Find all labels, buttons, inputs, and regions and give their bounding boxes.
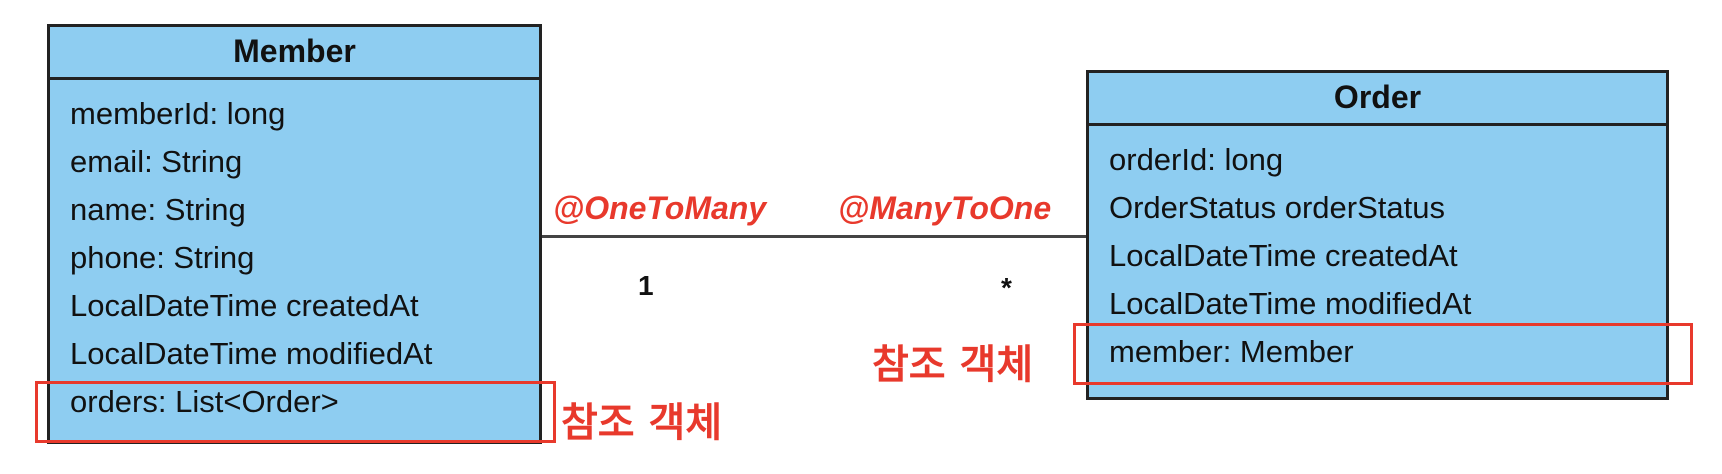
member-orders-highlight	[35, 381, 556, 443]
order-multiplicity: *	[1001, 272, 1012, 303]
order-member-highlight	[1073, 323, 1693, 385]
member-class-title: Member	[50, 27, 539, 80]
member-attribute-list: memberId: long email: String name: Strin…	[50, 80, 539, 426]
member-attr-created-at: LocalDateTime createdAt	[70, 288, 419, 323]
association-line	[542, 235, 1086, 238]
many-to-one-label: @ManyToOne	[838, 190, 1052, 226]
member-attr-email: email: String	[70, 144, 243, 179]
member-attr-phone: phone: String	[70, 240, 255, 275]
member-multiplicity: 1	[638, 270, 654, 301]
order-attr-created-at: LocalDateTime createdAt	[1109, 238, 1458, 273]
member-attr-name: name: String	[70, 192, 246, 227]
one-to-many-label: @OneToMany	[553, 190, 767, 226]
order-attr-order-status: OrderStatus orderStatus	[1109, 190, 1445, 225]
order-reference-callout: 참조 객체	[872, 342, 1034, 388]
order-attr-modified-at: LocalDateTime modifiedAt	[1109, 286, 1472, 321]
order-class-title: Order	[1089, 73, 1666, 126]
member-reference-callout: 참조 객체	[561, 400, 723, 446]
order-attr-order-id: orderId: long	[1109, 142, 1284, 177]
member-attr-modified-at: LocalDateTime modifiedAt	[70, 336, 433, 371]
member-attr-member-id: memberId: long	[70, 96, 286, 131]
